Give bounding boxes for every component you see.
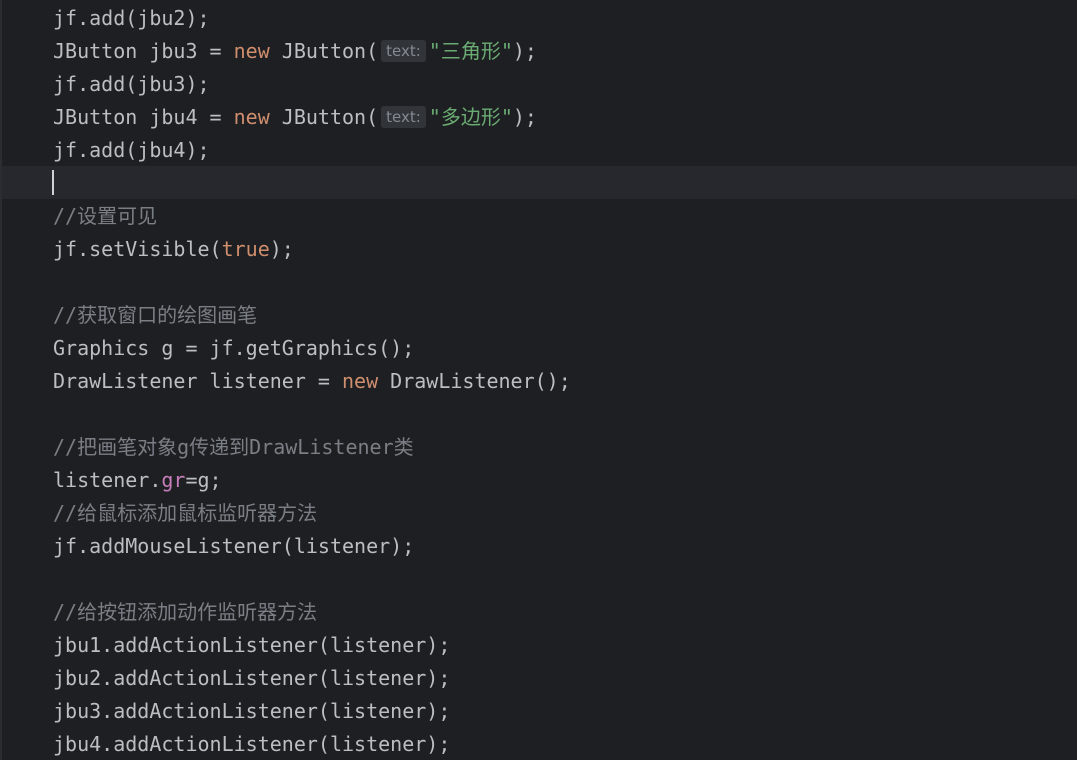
code-token: jbu2.addActionListener(listener); bbox=[53, 666, 451, 690]
code-token: JButton( bbox=[269, 105, 379, 129]
text-caret bbox=[52, 170, 54, 195]
code-token: jbu1.addActionListener(listener); bbox=[53, 633, 451, 657]
code-token: JButton jbu3 = bbox=[53, 39, 234, 63]
code-line[interactable]: JButton jbu3 = new JButton(text: "三角形"); bbox=[53, 35, 537, 68]
code-token: DrawListener(); bbox=[378, 369, 571, 393]
code-line[interactable]: DrawListener listener = new DrawListener… bbox=[53, 365, 571, 398]
code-token: ); bbox=[512, 105, 537, 129]
code-line[interactable]: //给按钮添加动作监听器方法 bbox=[53, 596, 317, 629]
code-token: =g; bbox=[185, 468, 222, 492]
code-token: DrawListener listener = bbox=[53, 369, 342, 393]
code-token: jf.setVisible( bbox=[53, 237, 222, 261]
gutter-divider bbox=[0, 0, 2, 760]
code-line[interactable]: jbu2.addActionListener(listener); bbox=[53, 662, 450, 695]
code-token: new bbox=[233, 105, 270, 129]
code-token: Graphics g = jf.getGraphics(); bbox=[53, 336, 415, 360]
code-line[interactable]: jf.add(jbu3); bbox=[53, 68, 210, 101]
code-line[interactable]: jbu1.addActionListener(listener); bbox=[53, 629, 450, 662]
code-line[interactable]: jf.setVisible(true); bbox=[53, 233, 294, 266]
code-line[interactable]: jbu4.addActionListener(listener); bbox=[53, 728, 450, 760]
code-token: ); bbox=[269, 237, 294, 261]
code-line[interactable]: jf.add(jbu4); bbox=[53, 134, 210, 167]
code-token: "多边形" bbox=[428, 105, 513, 129]
code-editor[interactable]: jf.add(jbu2); JButton jbu3 = new JButton(… bbox=[0, 0, 1077, 760]
code-line[interactable]: JButton jbu4 = new JButton(text: "多边形"); bbox=[53, 101, 537, 134]
code-token: //获取窗口的绘图画笔 bbox=[53, 303, 258, 327]
code-token: jf.add(jbu4); bbox=[53, 138, 210, 162]
code-token: jf.add(jbu2); bbox=[53, 6, 210, 30]
code-token: new bbox=[341, 369, 379, 393]
code-token: gr bbox=[161, 468, 186, 492]
code-token: JButton jbu4 = bbox=[53, 105, 234, 129]
code-line[interactable]: //把画笔对象g传递到DrawListener类 bbox=[53, 431, 414, 464]
code-token: //把画笔对象g传递到DrawListener类 bbox=[53, 435, 414, 459]
code-token: //设置可见 bbox=[53, 204, 158, 228]
code-token: //给按钮添加动作监听器方法 bbox=[53, 600, 318, 624]
code-line[interactable]: jbu3.addActionListener(listener); bbox=[53, 695, 450, 728]
code-line[interactable]: Graphics g = jf.getGraphics(); bbox=[53, 332, 414, 365]
code-token: listener. bbox=[53, 468, 162, 492]
code-token: jbu3.addActionListener(listener); bbox=[53, 699, 451, 723]
code-line[interactable]: jf.addMouseListener(listener); bbox=[53, 530, 414, 563]
code-token: JButton( bbox=[269, 39, 379, 63]
code-token: jbu4.addActionListener(listener); bbox=[53, 732, 451, 756]
code-token: true bbox=[221, 237, 270, 261]
code-line[interactable]: listener.gr=g; bbox=[53, 464, 222, 497]
code-token: jf.addMouseListener(listener); bbox=[53, 534, 415, 558]
current-line-highlight bbox=[2, 166, 1077, 199]
code-token: "三角形" bbox=[428, 39, 513, 63]
code-token: jf.add(jbu3); bbox=[53, 72, 210, 96]
code-line[interactable]: jf.add(jbu2); bbox=[53, 2, 210, 35]
code-token: //给鼠标添加鼠标监听器方法 bbox=[53, 501, 318, 525]
code-token: ); bbox=[512, 39, 537, 63]
parameter-hint: text: bbox=[381, 40, 426, 62]
parameter-hint: text: bbox=[381, 106, 426, 128]
code-line[interactable]: //给鼠标添加鼠标监听器方法 bbox=[53, 497, 317, 530]
code-line[interactable]: //设置可见 bbox=[53, 200, 157, 233]
code-token: new bbox=[233, 39, 270, 63]
code-line[interactable]: //获取窗口的绘图画笔 bbox=[53, 299, 257, 332]
